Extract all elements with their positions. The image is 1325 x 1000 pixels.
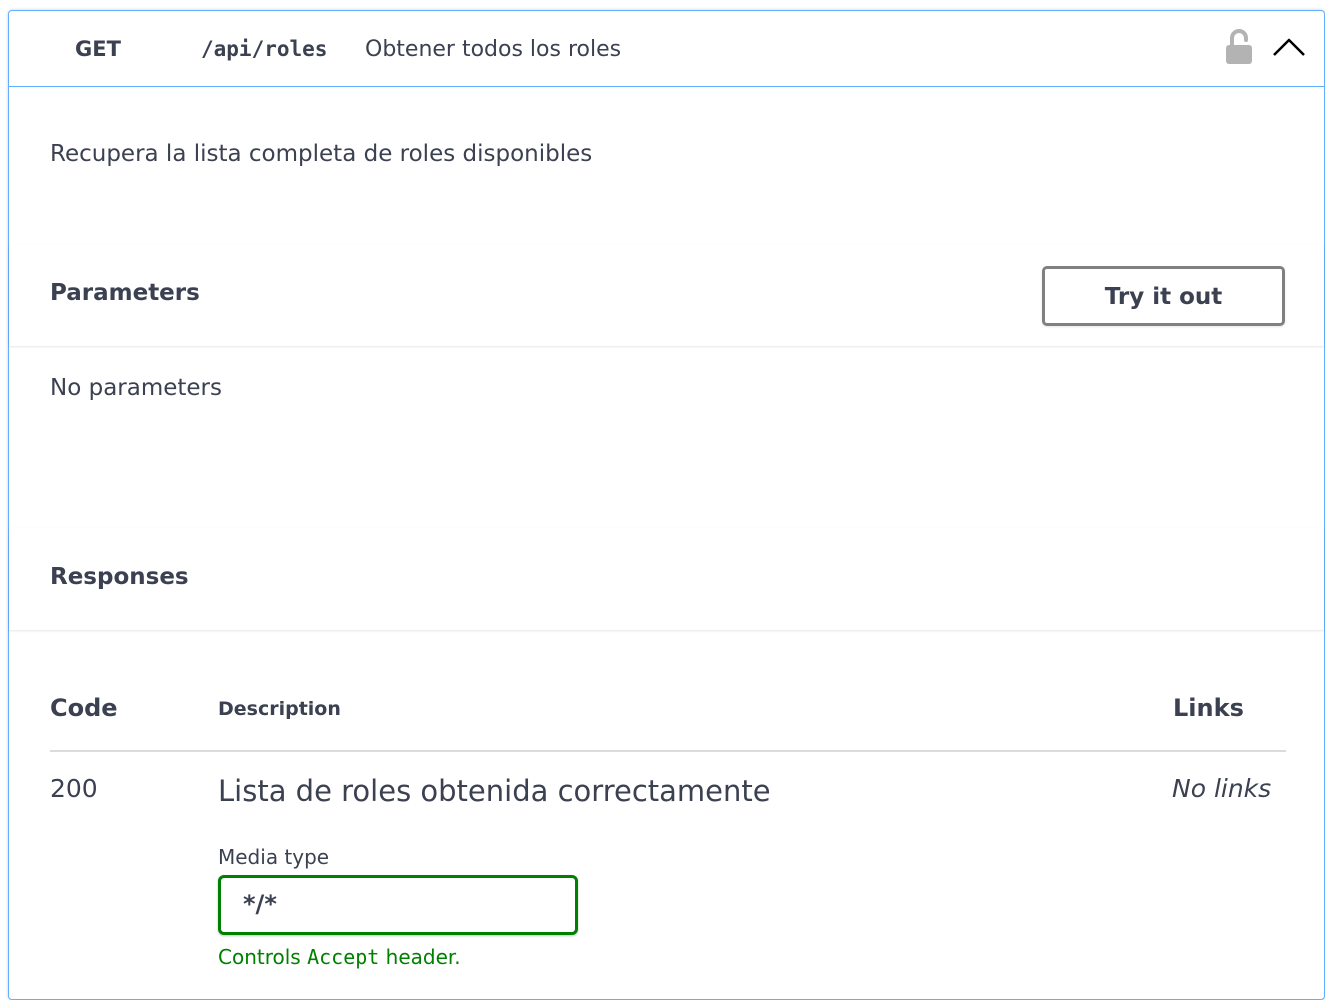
- operation-description: Recupera la lista completa de roles disp…: [50, 141, 593, 167]
- hint-header-name: Accept: [307, 945, 380, 969]
- response-code: 200: [50, 774, 98, 803]
- hint-prefix: Controls: [218, 945, 308, 969]
- responses-title: Responses: [50, 564, 189, 590]
- operation-block: GET /api/roles Obtener todos los roles R…: [8, 10, 1325, 1000]
- no-parameters-text: No parameters: [50, 375, 222, 401]
- operation-summary-bar[interactable]: GET /api/roles Obtener todos los roles: [9, 11, 1324, 87]
- hint-suffix: header.: [379, 945, 461, 969]
- column-header-description: Description: [218, 698, 341, 720]
- responses-section-header: Responses: [9, 528, 1324, 630]
- endpoint-path: /api/roles: [201, 37, 328, 61]
- unlocked-lock-icon[interactable]: [1223, 27, 1255, 67]
- column-header-code: Code: [50, 694, 118, 722]
- parameters-title: Parameters: [50, 280, 200, 306]
- http-method-badge: GET: [75, 37, 121, 61]
- parameters-section-header: Parameters Try it out: [9, 244, 1324, 346]
- media-type-select[interactable]: */*: [218, 875, 578, 935]
- media-type-selected-value: */*: [243, 890, 277, 918]
- response-links: No links: [1172, 774, 1272, 803]
- chevron-up-icon[interactable]: [1269, 29, 1309, 65]
- table-divider: [50, 750, 1286, 752]
- response-description: Lista de roles obtenida correctamente: [218, 774, 771, 808]
- media-type-label: Media type: [218, 845, 330, 869]
- media-type-hint: Controls Accept header.: [218, 945, 461, 969]
- try-it-out-button[interactable]: Try it out: [1042, 266, 1285, 326]
- column-header-links: Links: [1173, 694, 1244, 722]
- operation-summary-text: Obtener todos los roles: [365, 37, 622, 62]
